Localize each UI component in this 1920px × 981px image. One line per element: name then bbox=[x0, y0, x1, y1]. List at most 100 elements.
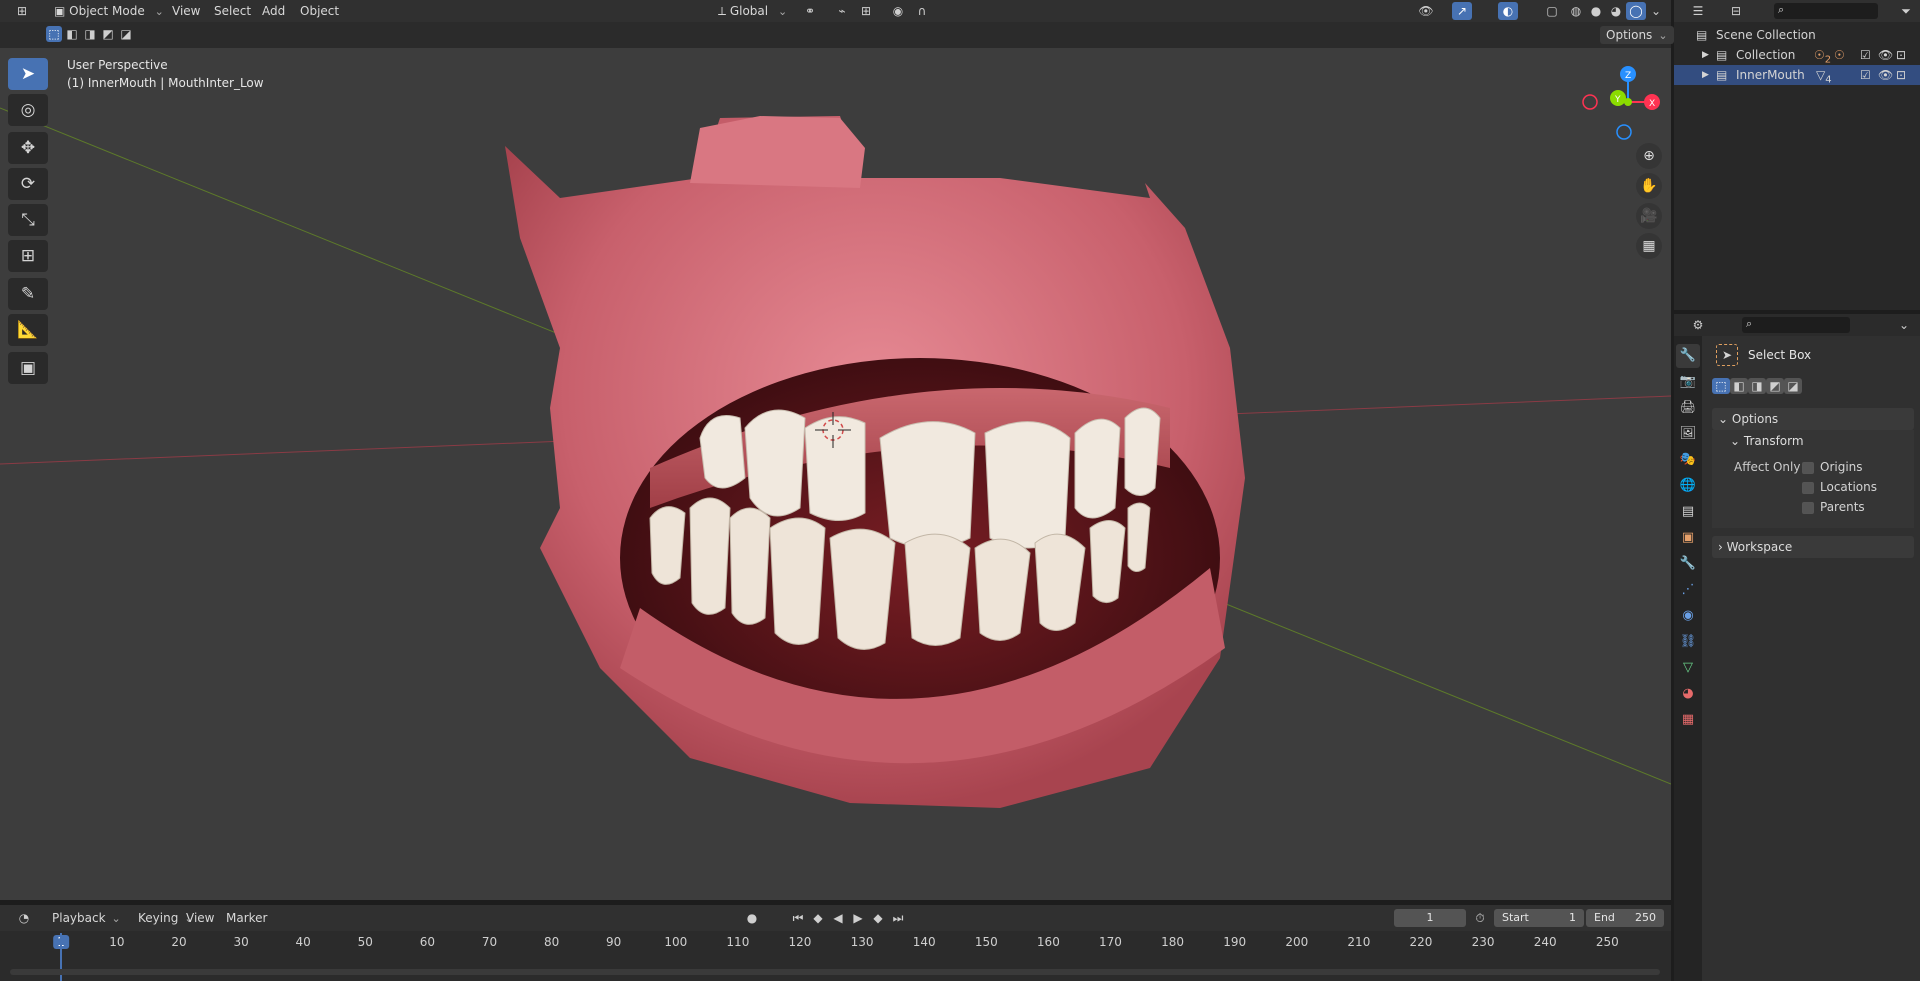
pan-hand-icon[interactable]: ✋ bbox=[1636, 173, 1662, 199]
properties-search-input[interactable]: ⌕ bbox=[1742, 317, 1850, 333]
menu-playback[interactable]: Playback bbox=[46, 909, 127, 927]
eye-icon[interactable]: 👁 bbox=[1878, 65, 1893, 85]
overlay-toggle-icon[interactable]: ◐ bbox=[1498, 2, 1518, 20]
pivot-icon[interactable]: ⚭ bbox=[800, 2, 820, 20]
options-dropdown[interactable]: Options bbox=[1600, 26, 1674, 44]
locations-checkbox[interactable] bbox=[1802, 482, 1814, 494]
world-tab-icon[interactable]: 🌐 bbox=[1676, 474, 1700, 498]
render-camera-icon[interactable]: ⊡ bbox=[1896, 45, 1906, 65]
measure-tool-icon[interactable]: 📐 bbox=[8, 314, 48, 346]
select-box-tool-icon[interactable]: ➤ bbox=[8, 58, 48, 90]
properties-options-icon[interactable]: ⌄ bbox=[1894, 316, 1914, 334]
xray-icon[interactable]: ▢ bbox=[1542, 2, 1562, 20]
eye-icon[interactable]: 👁 bbox=[1878, 45, 1893, 65]
3d-viewport[interactable]: Z Y X User Perspective (1) InnerMouth | … bbox=[0, 48, 1671, 900]
select-mode-extend-icon[interactable]: ◧ bbox=[64, 26, 80, 42]
outliner-item-collection[interactable]: ▶ ▤ Collection ☉2 ☉ ☑ 👁 ⊡ bbox=[1674, 45, 1920, 65]
transform-tool-icon[interactable]: ⊞ bbox=[8, 240, 48, 272]
menu-select[interactable]: Select bbox=[208, 2, 257, 20]
workspace-panel-header[interactable]: › Workspace bbox=[1712, 536, 1914, 558]
current-frame-field[interactable]: 1 bbox=[1394, 909, 1466, 927]
select-mode-extend-icon[interactable]: ◧ bbox=[1730, 378, 1748, 394]
timeline-editor-icon[interactable]: ◔ bbox=[10, 909, 38, 927]
jump-keyframe-forward-icon[interactable]: ◆ bbox=[868, 909, 888, 927]
select-mode-subtract-icon[interactable]: ◨ bbox=[1748, 378, 1766, 394]
annotate-tool-icon[interactable]: ✎ bbox=[8, 278, 48, 310]
mode-dropdown[interactable]: ▣ Object Mode bbox=[48, 2, 170, 20]
collection-tab-icon[interactable]: ▤ bbox=[1676, 500, 1700, 524]
snap-icon[interactable]: ⌁ bbox=[832, 2, 852, 20]
scene-tab-icon[interactable]: 🎭 bbox=[1676, 448, 1700, 472]
mesh-data-tab-icon[interactable]: ▽ bbox=[1676, 656, 1700, 680]
exclude-checkbox-icon[interactable]: ☑ bbox=[1860, 65, 1871, 85]
frame-ruler[interactable]: 1102030405060708090100110120130140150160… bbox=[0, 933, 1671, 953]
origins-checkbox[interactable] bbox=[1802, 462, 1814, 474]
falloff-icon[interactable]: ∩ bbox=[912, 2, 932, 20]
jump-keyframe-back-icon[interactable]: ◆ bbox=[808, 909, 828, 927]
scale-tool-icon[interactable]: ⤡ bbox=[8, 204, 48, 236]
shading-wireframe-icon[interactable]: ◍ bbox=[1566, 2, 1586, 20]
texture-tab-icon[interactable]: ▦ bbox=[1676, 708, 1700, 732]
menu-add[interactable]: Add bbox=[256, 2, 291, 20]
menu-view[interactable]: View bbox=[166, 2, 206, 20]
transform-subpanel-header[interactable]: ⌄ Transform bbox=[1730, 434, 1804, 448]
constraints-tab-icon[interactable]: ⛓ bbox=[1676, 630, 1700, 654]
orientation-dropdown[interactable]: ⟂ Global bbox=[712, 2, 793, 20]
render-tab-icon[interactable]: 📷 bbox=[1676, 370, 1700, 394]
visibility-icon[interactable]: 👁 bbox=[1416, 2, 1436, 20]
move-tool-icon[interactable]: ✥ bbox=[8, 132, 48, 164]
menu-view-timeline[interactable]: View bbox=[180, 909, 220, 927]
expand-arrow-icon[interactable]: ▶ bbox=[1702, 45, 1709, 65]
ortho-grid-icon[interactable]: ▦ bbox=[1636, 233, 1662, 259]
play-reverse-icon[interactable]: ◀ bbox=[828, 909, 848, 927]
select-mode-new-icon[interactable]: ⬚ bbox=[1712, 378, 1730, 394]
properties-editor-icon[interactable]: ⚙ bbox=[1688, 316, 1708, 334]
outliner-editor-icon[interactable]: ☰ bbox=[1688, 2, 1708, 20]
cursor-tool-icon[interactable]: ◎ bbox=[8, 94, 48, 126]
shading-rendered-icon[interactable]: ◯ bbox=[1626, 2, 1646, 20]
select-mode-new-icon[interactable]: ⬚ bbox=[46, 26, 62, 42]
material-tab-icon[interactable]: ◕ bbox=[1676, 682, 1700, 706]
options-panel-header[interactable]: ⌄ Options bbox=[1712, 408, 1914, 430]
select-mode-invert-icon[interactable]: ◩ bbox=[100, 26, 116, 42]
particles-tab-icon[interactable]: ⋰ bbox=[1676, 578, 1700, 602]
expand-arrow-icon[interactable]: ▶ bbox=[1702, 65, 1709, 85]
parents-checkbox[interactable] bbox=[1802, 502, 1814, 514]
add-cube-tool-icon[interactable]: ▣ bbox=[8, 352, 48, 384]
preview-range-icon[interactable]: ⏱ bbox=[1470, 909, 1490, 927]
menu-marker[interactable]: Marker bbox=[220, 909, 273, 927]
auto-keying-icon[interactable]: ● bbox=[742, 909, 762, 927]
menu-object[interactable]: Object bbox=[294, 2, 345, 20]
object-tab-icon[interactable]: ▣ bbox=[1676, 526, 1700, 550]
select-mode-subtract-icon[interactable]: ◨ bbox=[82, 26, 98, 42]
select-mode-intersect-icon[interactable]: ◪ bbox=[118, 26, 134, 42]
play-icon[interactable]: ▶ bbox=[848, 909, 868, 927]
shading-material-icon[interactable]: ◕ bbox=[1606, 2, 1626, 20]
outliner-item-innermouth[interactable]: ▶ ▤ InnerMouth ▽4 ☑ 👁 ⊡ bbox=[1674, 65, 1920, 85]
view-layer-tab-icon[interactable]: 🖼 bbox=[1676, 422, 1700, 446]
select-mode-invert-icon[interactable]: ◩ bbox=[1766, 378, 1784, 394]
jump-start-icon[interactable]: ⏮ bbox=[788, 909, 808, 927]
end-frame-field[interactable]: End 250 bbox=[1586, 909, 1664, 927]
output-tab-icon[interactable]: 🖨 bbox=[1676, 396, 1700, 420]
tool-tab-icon[interactable]: 🔧 bbox=[1676, 344, 1700, 368]
select-mode-intersect-icon[interactable]: ◪ bbox=[1784, 378, 1802, 394]
exclude-checkbox-icon[interactable]: ☑ bbox=[1860, 45, 1871, 65]
jump-end-icon[interactable]: ⏭ bbox=[888, 909, 908, 927]
rotate-tool-icon[interactable]: ⟳ bbox=[8, 168, 48, 200]
render-camera-icon[interactable]: ⊡ bbox=[1896, 65, 1906, 85]
outliner-scene-collection[interactable]: ▤ Scene Collection bbox=[1674, 25, 1920, 45]
zoom-icon[interactable]: ⊕ bbox=[1636, 143, 1662, 169]
physics-tab-icon[interactable]: ◉ bbox=[1676, 604, 1700, 628]
snap-target-icon[interactable]: ⊞ bbox=[856, 2, 876, 20]
display-mode-icon[interactable]: ⊟ bbox=[1726, 2, 1746, 20]
timeline-scrollbar[interactable] bbox=[10, 969, 1660, 975]
modifier-tab-icon[interactable]: 🔧 bbox=[1676, 552, 1700, 576]
start-frame-field[interactable]: Start 1 bbox=[1494, 909, 1584, 927]
proportional-edit-icon[interactable]: ◉ bbox=[888, 2, 908, 20]
camera-view-icon[interactable]: 🎥 bbox=[1636, 203, 1662, 229]
outliner-search-input[interactable]: ⌕ bbox=[1774, 3, 1878, 19]
gizmo-toggle-icon[interactable]: ↗ bbox=[1452, 2, 1472, 20]
shading-solid-icon[interactable]: ● bbox=[1586, 2, 1606, 20]
editor-type-icon[interactable]: ⊞ bbox=[8, 2, 36, 20]
